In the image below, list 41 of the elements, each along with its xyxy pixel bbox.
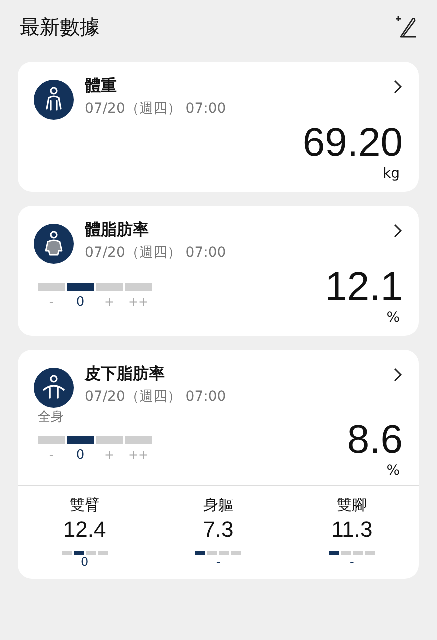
chevron-right-icon[interactable]	[393, 368, 403, 382]
card-title: 皮下脂肪率	[85, 364, 166, 385]
card-date: 07/20（週四） 07:00	[85, 100, 228, 118]
part-label: 身軀	[203, 496, 234, 515]
scale-label: -	[48, 295, 55, 310]
scale-label: ++	[127, 448, 150, 463]
part-label: 雙臂	[70, 496, 100, 515]
part-value: 7.3	[203, 517, 234, 543]
body-icon	[34, 80, 74, 120]
scale-label: 0	[75, 448, 86, 463]
metric-card[interactable]: 體脂肪率 07/20（週四） 07:00 - 0 + ++ 12.1 %	[18, 206, 419, 336]
body-icon	[34, 224, 74, 264]
metric-card[interactable]: 體重 07/20（週四） 07:00 69.20 kg	[18, 62, 419, 192]
scale-label: ++	[127, 295, 150, 310]
chevron-right-icon[interactable]	[393, 224, 403, 238]
body-icon	[34, 368, 74, 408]
chevron-right-icon[interactable]	[393, 80, 403, 94]
part-reading: -	[216, 555, 221, 569]
add-edit-icon[interactable]	[395, 15, 417, 39]
metric-card[interactable]: 皮下脂肪率 07/20（週四） 07:00 全身 - 0 + ++ 8.6 % 雙臂 12.4 0 身軀 7.3 - 雙腳 11.3 -	[18, 350, 419, 579]
part-value: 12.4	[63, 517, 106, 543]
scale-label: 0	[75, 295, 86, 310]
scale-label: -	[48, 448, 55, 463]
unit-label: %	[386, 463, 400, 479]
metric-value: 12.1	[325, 264, 403, 310]
card-title: 體脂肪率	[85, 220, 150, 241]
metric-value: 69.20	[302, 120, 403, 166]
part-reading: 0	[81, 555, 89, 569]
scale-label: 全身	[38, 409, 65, 426]
unit-label: %	[386, 310, 400, 326]
scale-label: +	[103, 448, 116, 463]
part-value: 11.3	[332, 517, 373, 543]
card-date: 07/20（週四） 07:00	[85, 244, 228, 262]
card-date: 07/20（週四） 07:00	[85, 388, 228, 406]
part-reading: -	[350, 555, 354, 569]
part-label: 雙腳	[337, 496, 368, 515]
card-title: 體重	[85, 76, 118, 97]
unit-label: kg	[383, 166, 400, 182]
metric-value: 8.6	[347, 417, 403, 463]
scale-label: +	[103, 295, 116, 310]
page-title: 最新數據	[20, 14, 100, 40]
